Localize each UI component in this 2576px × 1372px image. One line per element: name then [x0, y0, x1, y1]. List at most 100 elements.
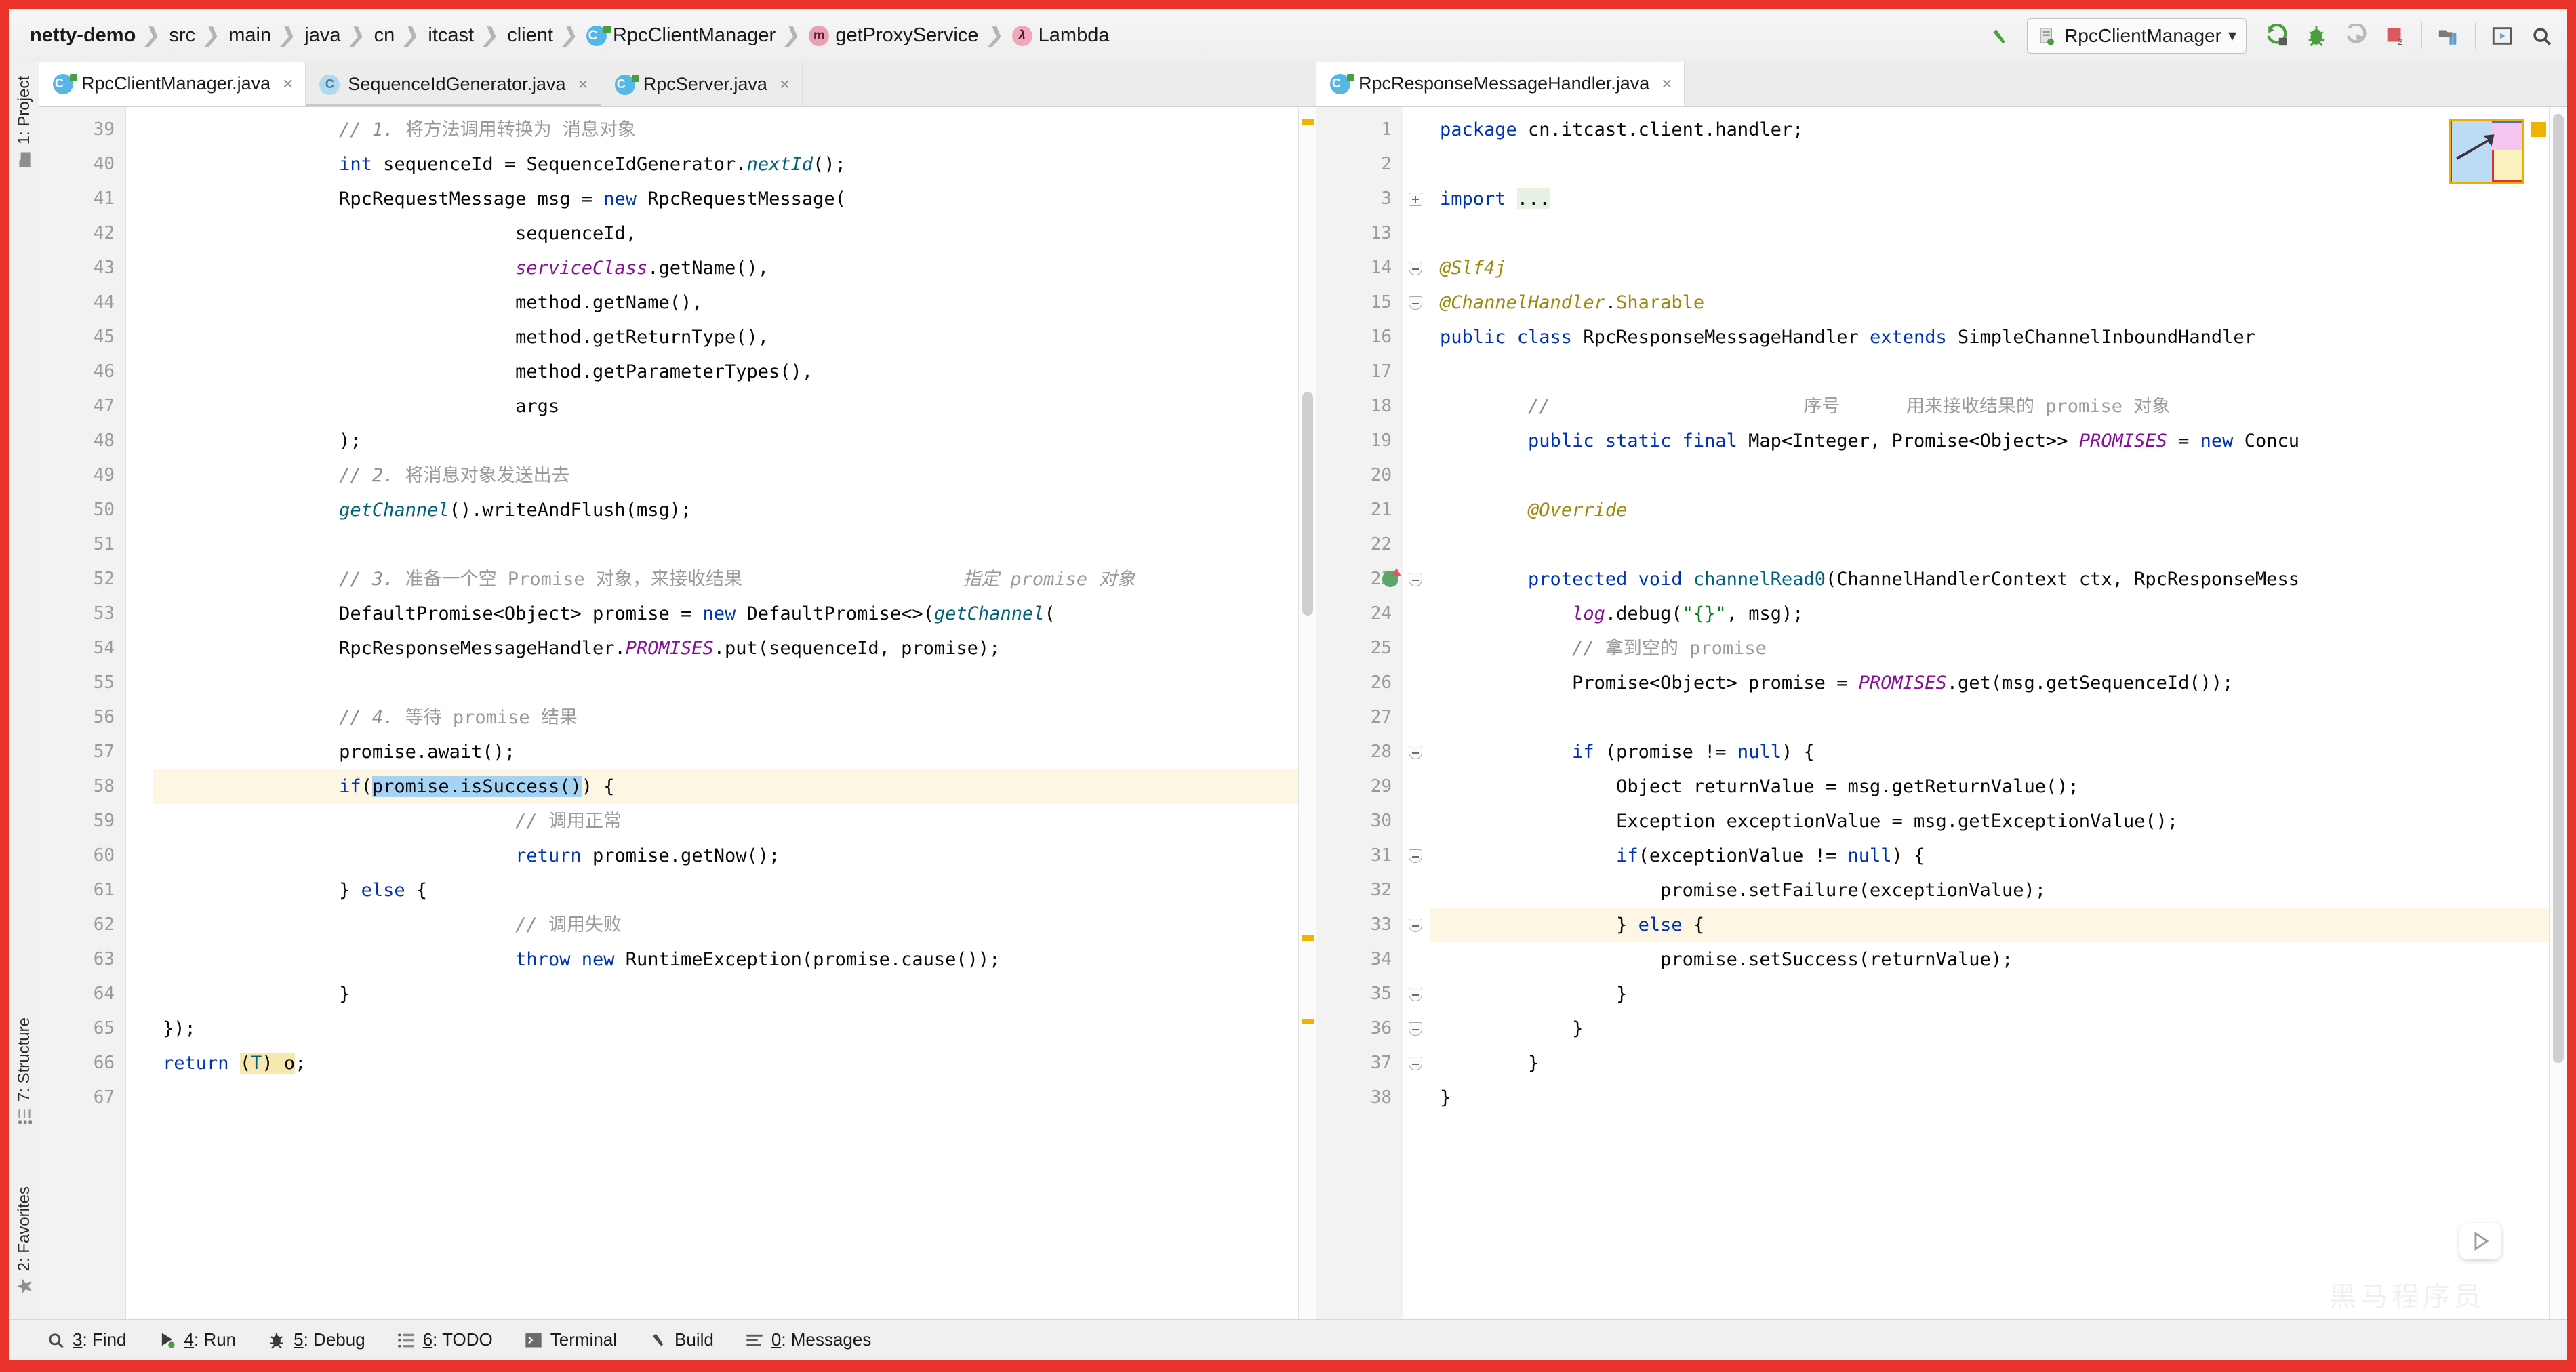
- code-line[interactable]: promise.setSuccess(returnValue);: [1430, 942, 2549, 977]
- stripe-mark-warning-3[interactable]: [1302, 1019, 1314, 1024]
- code-line[interactable]: // 4. 等待 promise 结果: [153, 700, 1298, 735]
- code-line[interactable]: );: [153, 424, 1298, 458]
- breadcrumb-item-java[interactable]: java: [303, 22, 342, 49]
- breadcrumb-item-itcast[interactable]: itcast: [426, 22, 475, 49]
- breadcrumb-item-rpcclientmanager[interactable]: C RpcClientManager: [585, 22, 777, 49]
- code-line[interactable]: }: [1430, 1011, 2549, 1046]
- code-line[interactable]: [1430, 700, 2549, 735]
- code-line[interactable]: int sequenceId = SequenceIdGenerator.nex…: [153, 147, 1298, 182]
- code-line[interactable]: [1430, 527, 2549, 562]
- error-stripe-left[interactable]: [1298, 107, 1316, 1319]
- code-line[interactable]: promise.setFailure(exceptionValue);: [1430, 873, 2549, 908]
- close-icon[interactable]: ×: [283, 73, 293, 94]
- code-line[interactable]: }: [1430, 1046, 2549, 1081]
- tool-window-button-run[interactable]: 4: Run: [158, 1329, 236, 1350]
- breadcrumb-item-cn[interactable]: cn: [373, 22, 397, 49]
- breadcrumb-item-src[interactable]: src: [167, 22, 197, 49]
- code-line[interactable]: // 1. 将方法调用转换为 消息对象: [153, 113, 1298, 147]
- run-configuration-selector[interactable]: RpcClientManager ▾: [2027, 18, 2247, 54]
- code-line[interactable]: log.debug("{}", msg);: [1430, 597, 2549, 631]
- code-line[interactable]: method.getReturnType(),: [153, 320, 1298, 355]
- code-line[interactable]: [153, 1081, 1298, 1115]
- breadcrumb-item-lambda[interactable]: λ Lambda: [1011, 22, 1111, 49]
- code-line[interactable]: public static final Map<Integer, Promise…: [1430, 424, 2549, 458]
- code-line[interactable]: // 3. 准备一个空 Promise 对象，来接收结果 指定 promise …: [153, 562, 1298, 597]
- editor-tab-RpcResponseMessageHandler[interactable]: C RpcResponseMessageHandler.java ×: [1316, 62, 1685, 106]
- code-line[interactable]: if(promise.isSuccess()) {: [153, 769, 1298, 804]
- code-line[interactable]: sequenceId,: [153, 216, 1298, 251]
- fold-toggle[interactable]: [1403, 562, 1430, 597]
- search-icon[interactable]: [2523, 18, 2560, 54]
- code-line[interactable]: if(exceptionValue != null) {: [1430, 839, 2549, 873]
- breadcrumb-item-getproxyservice[interactable]: m getProxyService: [807, 22, 980, 49]
- code-line[interactable]: [1430, 355, 2549, 389]
- code-line[interactable]: } else {: [1430, 908, 2549, 942]
- code-line[interactable]: [153, 527, 1298, 562]
- code-line[interactable]: @Slf4j: [1430, 251, 2549, 285]
- code-line[interactable]: @ChannelHandler.Sharable: [1430, 285, 2549, 320]
- code-line[interactable]: // 调用失败: [153, 908, 1298, 942]
- tool-window-button-messages[interactable]: 0: Messages: [745, 1329, 871, 1350]
- code-line[interactable]: serviceClass.getName(),: [153, 251, 1298, 285]
- stripe-mark-warning[interactable]: [1302, 119, 1314, 125]
- code-line[interactable]: import ...: [1430, 182, 2549, 216]
- code-line[interactable]: RpcRequestMessage msg = new RpcRequestMe…: [153, 182, 1298, 216]
- error-stripe-right[interactable]: [2549, 107, 2567, 1319]
- editor-tab-RpcServer[interactable]: C RpcServer.java ×: [601, 62, 803, 106]
- breadcrumb-item-netty-demo[interactable]: netty-demo: [28, 22, 137, 49]
- code-line[interactable]: [1430, 216, 2549, 251]
- fold-toggle[interactable]: [1403, 285, 1430, 320]
- code-line[interactable]: [1430, 458, 2549, 493]
- close-icon[interactable]: ×: [780, 74, 790, 95]
- run-icon[interactable]: [2259, 18, 2295, 54]
- tool-window-button-debug[interactable]: 5: Debug: [267, 1329, 365, 1350]
- code-line[interactable]: // 序号 用来接收结果的 promise 对象: [1430, 389, 2549, 424]
- code-content-left[interactable]: // 1. 将方法调用转换为 消息对象 int sequenceId = Seq…: [153, 107, 1298, 1319]
- fold-toggle[interactable]: [1403, 908, 1430, 942]
- fold-toggle[interactable]: [1403, 735, 1430, 769]
- code-line[interactable]: protected void channelRead0(ChannelHandl…: [1430, 562, 2549, 597]
- run-with-coverage-icon[interactable]: [2337, 18, 2374, 54]
- tool-window-button-terminal[interactable]: Terminal: [524, 1329, 617, 1350]
- code-line[interactable]: @Override: [1430, 493, 2549, 527]
- code-line[interactable]: method.getParameterTypes(),: [153, 355, 1298, 389]
- fold-column-left[interactable]: [126, 107, 153, 1319]
- sidebar-item-project[interactable]: 1: Project: [9, 72, 39, 172]
- code-line[interactable]: Exception exceptionValue = msg.getExcept…: [1430, 804, 2549, 839]
- tool-window-button-find[interactable]: 3: Find: [46, 1329, 127, 1350]
- code-line[interactable]: RpcResponseMessageHandler.PROMISES.put(s…: [153, 631, 1298, 666]
- code-line[interactable]: method.getName(),: [153, 285, 1298, 320]
- inline-run-button[interactable]: [2459, 1223, 2501, 1259]
- code-line[interactable]: // 2. 将消息对象发送出去: [153, 458, 1298, 493]
- fold-toggle[interactable]: [1403, 839, 1430, 873]
- scrollbar-thumb-left[interactable]: [1302, 392, 1313, 616]
- code-line[interactable]: // 拿到空的 promise: [1430, 631, 2549, 666]
- breadcrumb-item-client[interactable]: client: [506, 22, 555, 49]
- code-line[interactable]: }: [1430, 977, 2549, 1011]
- fold-toggle[interactable]: [1403, 1046, 1430, 1081]
- code-line[interactable]: getChannel().writeAndFlush(msg);: [153, 493, 1298, 527]
- code-line[interactable]: return promise.getNow();: [153, 839, 1298, 873]
- tool-window-button-todo[interactable]: 6: TODO: [397, 1329, 493, 1350]
- code-line[interactable]: if (promise != null) {: [1430, 735, 2549, 769]
- editor-tab-RpcClientManager[interactable]: C RpcClientManager.java ×: [39, 62, 306, 106]
- code-line[interactable]: });: [153, 1011, 1298, 1046]
- project-structure-icon[interactable]: [2430, 18, 2467, 54]
- code-line[interactable]: // 调用正常: [153, 804, 1298, 839]
- close-icon[interactable]: ×: [1662, 73, 1672, 94]
- preview-icon[interactable]: [2484, 18, 2520, 54]
- editor-tab-SequenceIdGenerator[interactable]: C SequenceIdGenerator.java ×: [306, 62, 601, 106]
- tool-window-button-build[interactable]: Build: [648, 1329, 714, 1350]
- back-arrow-icon[interactable]: [1981, 18, 2017, 54]
- scrollbar-thumb-right[interactable]: [2553, 114, 2564, 1063]
- stop-icon[interactable]: 2: [2377, 18, 2413, 54]
- code-line[interactable]: }: [1430, 1081, 2549, 1115]
- debug-icon[interactable]: [2298, 18, 2335, 54]
- fold-toggle[interactable]: [1403, 182, 1430, 216]
- fold-toggle[interactable]: [1403, 251, 1430, 285]
- chevron-down-icon[interactable]: ▾: [2228, 26, 2236, 45]
- stripe-mark-yellow[interactable]: [2531, 122, 2546, 137]
- code-line[interactable]: promise.await();: [153, 735, 1298, 769]
- code-line[interactable]: }: [153, 977, 1298, 1011]
- editor-preview-widget[interactable]: [2449, 119, 2524, 184]
